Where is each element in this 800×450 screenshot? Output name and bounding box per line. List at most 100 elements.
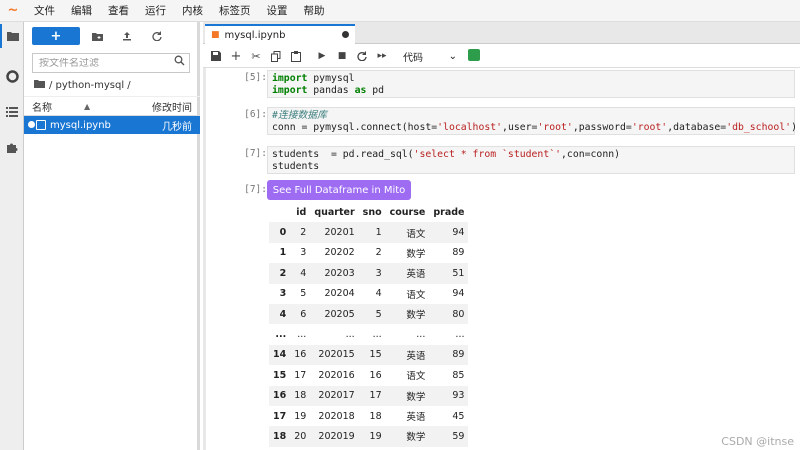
notebook-tab-icon: ■: [211, 30, 220, 40]
table-cell: 4: [290, 263, 311, 284]
search-icon: [174, 55, 185, 69]
unsaved-indicator-icon[interactable]: [342, 31, 349, 38]
file-list-header: 名称 ▲ 修改时间: [24, 96, 200, 116]
table-row: 14 16 202015 15 英语 89: [269, 344, 469, 366]
table-cell: 3: [300, 247, 307, 259]
dataframe-table: id quarter sno course prade 0 2 20201 1 …: [269, 202, 469, 447]
main-area: ■ mysql.ipynb + ✂ ▶ ■ ▸▸ 代码 ⌄ [5]: impor…: [203, 22, 800, 450]
new-launcher-button[interactable]: +: [32, 27, 80, 45]
row-index: 4: [269, 303, 291, 325]
copy-icon[interactable]: [267, 48, 285, 64]
row-index: 0: [269, 222, 291, 243]
table-cell: 202016: [318, 369, 355, 381]
table-row: 17 19 202018 18 英语 45: [269, 406, 468, 426]
table-cell: 19: [294, 410, 307, 422]
file-filter-field[interactable]: [32, 53, 190, 73]
table-cell: 89: [429, 344, 469, 366]
breadcrumb-path[interactable]: / python-mysql /: [49, 80, 131, 91]
table-row: 0 2 20201 1 语文 94: [269, 222, 469, 243]
running-kernels-icon[interactable]: [0, 64, 24, 88]
save-icon[interactable]: [207, 48, 225, 64]
table-cell: 18: [290, 385, 311, 406]
table-cell: 202018: [318, 410, 355, 422]
table-cell: 1: [358, 222, 386, 243]
sort-ascending-icon[interactable]: ▲: [84, 102, 90, 111]
file-browser-panel: + / python-mysql / 名称 ▲ 修改时间 mysql.ipynb…: [24, 22, 200, 450]
menu-view[interactable]: 查看: [100, 0, 137, 22]
table-row: 3 5 20204 4 语文 94: [269, 284, 468, 304]
file-filter-input[interactable]: [39, 57, 169, 69]
table-cell: 80: [429, 303, 469, 325]
refresh-icon[interactable]: [148, 27, 166, 45]
table-cell: 语文: [406, 289, 426, 301]
cell-type-select[interactable]: 代码 ⌄: [401, 48, 459, 64]
table-cell: 英语: [385, 263, 430, 284]
table-cell: 94: [429, 222, 469, 243]
menu-run[interactable]: 运行: [137, 0, 174, 22]
table-cell: 51: [429, 263, 469, 284]
stop-icon[interactable]: ■: [333, 48, 351, 64]
mito-icon[interactable]: [468, 49, 480, 61]
cut-icon[interactable]: ✂: [247, 48, 265, 64]
column-header: id: [296, 206, 307, 218]
column-header: quarter: [314, 206, 355, 218]
table-row: 1 3 20202 2 数学 89: [269, 243, 468, 263]
tab-label: mysql.ipynb: [224, 29, 286, 41]
upload-icon[interactable]: [118, 27, 136, 45]
fast-forward-icon[interactable]: ▸▸: [373, 48, 391, 64]
breadcrumb: / python-mysql /: [34, 79, 131, 91]
row-index: 17: [273, 410, 287, 422]
restart-icon[interactable]: [353, 48, 371, 64]
run-icon[interactable]: ▶: [313, 48, 331, 64]
table-row: 15 17 202016 16 语文 85: [269, 365, 468, 385]
table-cell: 数学: [385, 303, 430, 325]
menubar: ~ 文件 编辑 查看 运行 内核 标签页 设置 帮助: [0, 0, 800, 22]
cell-prompt: [7]:: [244, 148, 267, 159]
table-row: 4 6 20205 5 数学 80: [269, 303, 469, 325]
paste-icon[interactable]: [287, 48, 305, 64]
code-cell-6[interactable]: #连接数据库 conn = pymysql.connect(host='loca…: [267, 107, 797, 135]
code-cell-7[interactable]: students = pd.read_sql('select * from `s…: [267, 146, 795, 174]
table-cell: 20202: [324, 247, 355, 259]
insert-cell-icon[interactable]: +: [227, 48, 245, 64]
column-modified-header[interactable]: 修改时间: [152, 99, 192, 114]
table-cell: 5: [300, 288, 307, 300]
cell-prompt: [6]:: [244, 109, 267, 120]
table-cell: 89: [452, 247, 465, 259]
table-row: 16 18 202017 17 数学 93: [269, 385, 469, 406]
table-cell: 数学: [406, 248, 426, 260]
menu-tabs[interactable]: 标签页: [211, 0, 259, 22]
folder-icon[interactable]: [34, 79, 45, 91]
table-row: ... ... ... ... ... ...: [269, 324, 468, 344]
watermark: CSDN @itnse: [721, 435, 794, 448]
table-cell: 语文: [385, 222, 430, 243]
see-full-dataframe-in-mito-button[interactable]: See Full Dataframe in Mito: [267, 180, 411, 200]
table-cell: ...: [416, 329, 426, 341]
table-cell: 20204: [324, 288, 355, 300]
table-cell: 英语: [406, 412, 426, 424]
menu-kernel[interactable]: 内核: [174, 0, 211, 22]
notebook-file-icon: [36, 120, 46, 130]
tab-notebook[interactable]: ■ mysql.ipynb: [205, 24, 355, 44]
menu-file[interactable]: 文件: [26, 0, 63, 22]
column-name-header[interactable]: 名称: [32, 99, 52, 114]
extension-puzzle-icon[interactable]: [0, 136, 24, 160]
menu-edit[interactable]: 编辑: [63, 0, 100, 22]
table-cell: 英语: [385, 344, 430, 366]
notebook-cells: [5]: import pymysql import pandas as pd …: [203, 68, 800, 450]
cell-type-value: 代码: [403, 52, 423, 64]
file-list-item[interactable]: mysql.ipynb 几秒前: [24, 116, 200, 134]
menu-settings[interactable]: 设置: [259, 0, 296, 22]
table-cell: 20203: [310, 263, 359, 284]
jupyter-logo-icon: ~: [7, 3, 19, 18]
new-folder-icon[interactable]: [88, 27, 106, 45]
folder-icon[interactable]: [0, 24, 24, 48]
row-index: 14: [269, 344, 291, 366]
row-index: 1: [279, 247, 287, 259]
command-palette-icon[interactable]: [0, 100, 24, 124]
table-cell: 6: [290, 303, 311, 325]
row-index: 16: [269, 385, 291, 406]
output-prompt: [7]:: [244, 184, 267, 195]
code-cell-5[interactable]: import pymysql import pandas as pd: [267, 70, 795, 98]
menu-help[interactable]: 帮助: [296, 0, 333, 22]
